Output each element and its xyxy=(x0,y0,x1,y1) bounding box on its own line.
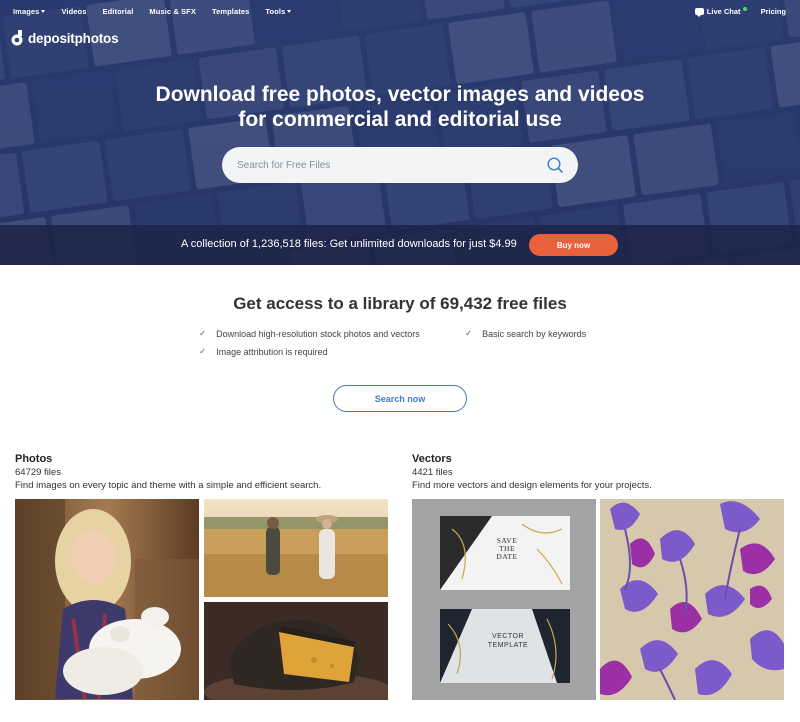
card-word: VECTOR xyxy=(491,633,525,640)
feature-label: Download high-resolution stock photos an… xyxy=(216,328,420,339)
feature-label: Image attribution is required xyxy=(216,346,328,357)
nav-tools-label: Tools xyxy=(265,7,286,16)
nav-images-label: Images xyxy=(13,7,40,16)
promo-text: A collection of 1,236,518 files: Get unl… xyxy=(181,238,517,250)
nav-editorial[interactable]: Editorial xyxy=(103,7,134,16)
chevron-down-icon xyxy=(41,10,46,13)
search-icon[interactable] xyxy=(546,156,564,174)
search-now-button[interactable]: Search now xyxy=(333,385,467,412)
feature-item: ✓ Download high-resolution stock photos … xyxy=(199,328,420,339)
photo-girl-with-lambs[interactable] xyxy=(15,499,199,700)
vector-iris-pattern[interactable] xyxy=(600,499,784,700)
photos-title[interactable]: Photos xyxy=(15,453,52,465)
main-nav: Images Videos Editorial Music & SFX Temp… xyxy=(13,7,307,16)
nav-videos[interactable]: Videos xyxy=(61,7,86,16)
pricing-label: Pricing xyxy=(760,7,786,16)
nav-templates[interactable]: Templates xyxy=(212,7,249,16)
photo-couple-in-field[interactable] xyxy=(204,499,388,597)
hero-title-line2: for commercial and editorial use xyxy=(238,108,562,131)
feature-label: Basic search by keywords xyxy=(482,328,587,339)
logo-icon xyxy=(10,30,24,46)
vector-invitation-cards[interactable]: SAVE THE DATE VECTOR TEMPLATE xyxy=(412,499,596,700)
chat-icon xyxy=(694,8,704,17)
check-icon: ✓ xyxy=(465,328,473,338)
card-word: DATE xyxy=(496,552,518,561)
photos-description: Find images on every topic and theme wit… xyxy=(15,480,322,491)
live-chat-label: Live Chat xyxy=(706,7,741,16)
nav-music-sfx[interactable]: Music & SFX xyxy=(149,7,196,16)
pricing-link[interactable]: Pricing xyxy=(761,7,786,16)
promo-bar: A collection of 1,236,518 files: Get unl… xyxy=(0,225,800,265)
vectors-description: Find more vectors and design elements fo… xyxy=(412,480,652,491)
chevron-down-icon xyxy=(287,10,292,13)
live-chat-link[interactable]: Live Chat xyxy=(694,7,747,17)
feature-item: ✓ Image attribution is required xyxy=(199,346,328,357)
save-the-date-text: SAVE THE DATE xyxy=(487,537,527,561)
nav-music-label: Music & SFX xyxy=(149,7,196,16)
nav-tools[interactable]: Tools xyxy=(265,7,292,16)
hero-section: Images Videos Editorial Music & SFX Temp… xyxy=(0,0,800,265)
hero-title-line1: Download free photos, vector images and … xyxy=(155,83,645,106)
buy-now-button[interactable]: Buy now xyxy=(529,234,618,256)
logo-text: depositphotos xyxy=(28,30,119,46)
check-icon: ✓ xyxy=(199,328,207,338)
feature-item: ✓ Basic search by keywords xyxy=(465,328,586,339)
nav-videos-label: Videos xyxy=(61,7,87,16)
nav-templates-label: Templates xyxy=(211,7,250,16)
nav-editorial-label: Editorial xyxy=(102,7,134,16)
search-bar xyxy=(222,147,578,183)
nav-images[interactable]: Images xyxy=(13,7,46,16)
library-title: Get access to a library of 69,432 free f… xyxy=(233,294,567,313)
nav-right: Live Chat Pricing xyxy=(694,7,786,17)
search-input[interactable] xyxy=(237,159,537,171)
vectors-title[interactable]: Vectors xyxy=(412,453,452,465)
brand-logo[interactable]: depositphotos xyxy=(10,30,119,46)
card-word: TEMPLATE xyxy=(487,642,529,649)
vectors-count: 4421 files xyxy=(412,467,453,478)
hero-title: Download free photos, vector images and … xyxy=(0,82,800,132)
photo-cheese-wheel[interactable] xyxy=(204,602,388,700)
online-status-dot xyxy=(742,7,747,11)
check-icon: ✓ xyxy=(199,346,207,356)
photos-count: 64729 files xyxy=(15,467,61,478)
vector-template-text: VECTOR TEMPLATE xyxy=(480,632,536,650)
